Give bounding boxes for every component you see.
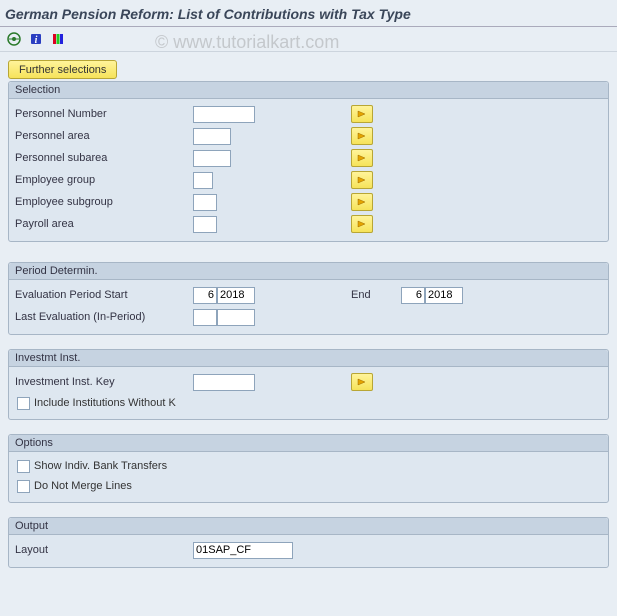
personnel-area-input[interactable] [193,128,231,145]
period-group: Period Determin. Evaluation Period Start… [8,262,609,335]
personnel-subarea-label: Personnel subarea [15,152,193,164]
eval-end-month-input[interactable] [401,287,425,304]
investmt-group: Investmt Inst. Investment Inst. Key Incl… [8,349,609,420]
employee-subgroup-input[interactable] [193,194,217,211]
employee-group-multi-button[interactable] [351,171,373,189]
period-header: Period Determin. [9,263,608,280]
investmt-key-multi-button[interactable] [351,373,373,391]
no-merge-label: Do Not Merge Lines [34,480,132,492]
layout-label: Layout [15,544,193,556]
window-title: German Pension Reform: List of Contribut… [0,0,617,27]
layout-input[interactable] [193,542,293,559]
include-institutions-checkbox[interactable] [17,397,30,410]
toolbar: i [0,27,617,52]
execute-icon[interactable] [5,30,23,48]
personnel-area-multi-button[interactable] [351,127,373,145]
output-header: Output [9,518,608,535]
employee-subgroup-label: Employee subgroup [15,196,193,208]
last-eval-month-input[interactable] [193,309,217,326]
further-selections-button[interactable]: Further selections [8,60,117,79]
personnel-subarea-input[interactable] [193,150,231,167]
personnel-subarea-multi-button[interactable] [351,149,373,167]
include-institutions-label: Include Institutions Without K [34,397,176,409]
payroll-area-input[interactable] [193,216,217,233]
payroll-area-multi-button[interactable] [351,215,373,233]
eval-end-year-input[interactable] [425,287,463,304]
employee-subgroup-multi-button[interactable] [351,193,373,211]
payroll-area-label: Payroll area [15,218,193,230]
show-indiv-label: Show Indiv. Bank Transfers [34,460,167,472]
investmt-key-label: Investment Inst. Key [15,376,193,388]
personnel-number-label: Personnel Number [15,108,193,120]
last-eval-label: Last Evaluation (In-Period) [15,311,193,323]
selection-group: Selection Personnel Number Personnel are… [8,81,609,242]
show-indiv-checkbox[interactable] [17,460,30,473]
selection-header: Selection [9,82,608,99]
investmt-header: Investmt Inst. [9,350,608,367]
last-eval-year-input[interactable] [217,309,255,326]
eval-start-year-input[interactable] [217,287,255,304]
output-group: Output Layout [8,517,609,568]
eval-start-label: Evaluation Period Start [15,289,193,301]
eval-start-month-input[interactable] [193,287,217,304]
employee-group-label: Employee group [15,174,193,186]
info-icon[interactable]: i [27,30,45,48]
no-merge-checkbox[interactable] [17,480,30,493]
options-header: Options [9,435,608,452]
personnel-number-input[interactable] [193,106,255,123]
personnel-area-label: Personnel area [15,130,193,142]
options-group: Options Show Indiv. Bank Transfers Do No… [8,434,609,503]
personnel-number-multi-button[interactable] [351,105,373,123]
investmt-key-input[interactable] [193,374,255,391]
employee-group-input[interactable] [193,172,213,189]
svg-text:i: i [35,35,38,46]
eval-end-label: End [351,289,371,301]
variant-icon[interactable] [49,30,67,48]
